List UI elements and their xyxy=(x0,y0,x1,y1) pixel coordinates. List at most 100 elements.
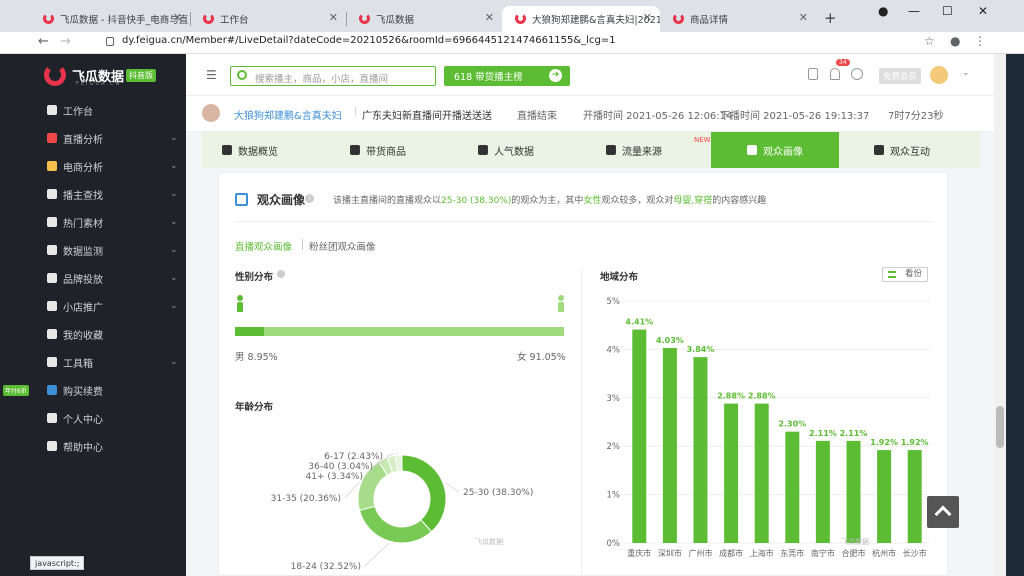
browser-tab[interactable]: 商品详情 ✕ xyxy=(660,6,816,32)
tab-title: 飞瓜数据 xyxy=(376,15,415,26)
close-icon[interactable]: ✕ xyxy=(643,11,652,24)
search-icon xyxy=(47,189,57,199)
region-bar[interactable] xyxy=(754,403,769,543)
user-avatar[interactable] xyxy=(930,66,948,84)
subtab-fans-audience[interactable]: 粉丝团观众画像 xyxy=(309,239,376,253)
sidebar-item[interactable]: 播主查找 ⌄ xyxy=(0,180,186,208)
sidebar-item-label: 品牌投放 xyxy=(63,274,103,286)
leader-line xyxy=(344,481,360,499)
bag-icon xyxy=(350,145,360,155)
tab-audience-profile[interactable]: 观众画像 xyxy=(711,132,839,168)
tab-search-icon[interactable]: ● xyxy=(878,4,888,18)
info-icon[interactable]: i xyxy=(305,194,314,203)
chevron-down-icon: ⌄ xyxy=(170,189,178,199)
fold-label: 看份 xyxy=(904,269,922,279)
streamer-name[interactable]: 大狼狗郑建鹏&言真夫妇 xyxy=(234,107,342,122)
sidebar-item[interactable]: 帮助中心 xyxy=(0,432,186,460)
sidebar-item[interactable]: 工具箱 ⌄ xyxy=(0,348,186,376)
fire-icon xyxy=(47,217,57,227)
sidebar-item[interactable]: 工作台 xyxy=(0,96,186,124)
region-bar[interactable] xyxy=(632,329,647,543)
subtab-live-audience[interactable]: 直播观众画像 xyxy=(235,239,292,253)
browser-tab[interactable]: 工作台 ✕ xyxy=(190,6,346,32)
more-menu-icon[interactable]: ⋮ xyxy=(974,34,986,48)
donut-label: 41+ (3.34%) xyxy=(306,472,363,482)
search-input[interactable]: 搜索播主，商品，小店，直播间 xyxy=(255,71,388,85)
feigua-favicon-icon xyxy=(43,13,54,24)
info-icon[interactable] xyxy=(277,270,285,278)
chevron-down-icon: ⌄ xyxy=(170,217,178,227)
tab-products[interactable]: 带货商品 xyxy=(350,132,406,168)
region-bar[interactable] xyxy=(846,440,861,543)
main-content: ☰ 搜索播主，商品，小店，直播间 618 带货播主榜 ➜ 34 免费会员 ⌄ 大… xyxy=(186,54,994,576)
tab-audience-interaction[interactable]: 观众互动 xyxy=(874,132,930,168)
bookmark-star-icon[interactable]: ☆ xyxy=(924,34,935,48)
logo-badge: 抖音版 xyxy=(126,68,157,82)
sidebar-item[interactable]: 品牌投放 ⌄ xyxy=(0,264,186,292)
status-tooltip: javascript:; xyxy=(30,556,85,570)
sidebar-item[interactable]: 电商分析 ⌄ xyxy=(0,152,186,180)
streamer-avatar[interactable] xyxy=(202,104,220,122)
tab-popularity[interactable]: 人气数据 xyxy=(478,132,534,168)
fold-button[interactable]: 看份 xyxy=(882,267,928,282)
y-tick-label: 0% xyxy=(607,539,621,549)
scrollbar[interactable] xyxy=(994,54,1006,576)
sidebar-item[interactable]: 个人中心 xyxy=(0,404,186,432)
sidebar-item[interactable]: 购买续费 年付6折 xyxy=(0,376,186,404)
sidebar-item[interactable]: 数据监测 ⌄ xyxy=(0,236,186,264)
back-arrow-icon[interactable]: ← xyxy=(38,34,49,49)
region-bar[interactable] xyxy=(785,431,800,543)
menu-toggle-icon[interactable]: ☰ xyxy=(206,68,217,82)
service-icon[interactable] xyxy=(851,68,863,80)
brand-icon xyxy=(47,273,57,283)
member-badge[interactable]: 免费会员 xyxy=(879,68,922,84)
region-bar[interactable] xyxy=(907,450,922,543)
browser-tab[interactable]: 飞瓜数据 ✕ xyxy=(346,6,502,32)
tab-traffic-source[interactable]: 流量来源 xyxy=(606,132,662,168)
region-bar[interactable] xyxy=(662,347,677,543)
close-window-button[interactable]: ✕ xyxy=(978,4,988,18)
bar-value-label: 4.03% xyxy=(656,336,684,345)
interaction-icon xyxy=(874,145,884,155)
close-icon[interactable]: ✕ xyxy=(173,11,182,24)
tab-data-overview[interactable]: 数据概览 xyxy=(222,132,278,168)
tab-title: 飞瓜数据 - 抖音快手_电商与直 xyxy=(60,15,189,26)
profile-icon[interactable]: ● xyxy=(950,34,960,48)
chevron-down-icon: ⌄ xyxy=(170,273,178,283)
close-icon[interactable]: ✕ xyxy=(329,11,338,24)
close-icon[interactable]: ✕ xyxy=(799,11,808,24)
x-tick-label: 深圳市 xyxy=(658,548,682,558)
sidebar-item[interactable]: 我的收藏 xyxy=(0,320,186,348)
donut-slice[interactable] xyxy=(401,454,447,533)
region-bar[interactable] xyxy=(724,403,739,543)
lock-icon xyxy=(106,37,114,46)
back-to-top-button[interactable] xyxy=(927,496,959,528)
mobile-icon[interactable] xyxy=(808,68,818,80)
region-bar[interactable] xyxy=(693,357,708,543)
promo-ranking-button[interactable]: 618 带货播主榜 ➜ xyxy=(444,66,570,86)
new-tab-button[interactable]: + xyxy=(824,9,837,27)
tab-label: 数据概览 xyxy=(238,146,278,158)
region-bar[interactable] xyxy=(877,450,892,543)
maximize-button[interactable]: ☐ xyxy=(942,4,953,18)
sidebar-item[interactable]: 热门素材 ⌄ xyxy=(0,208,186,236)
bar-value-label: 2.88% xyxy=(748,392,776,401)
bell-icon[interactable] xyxy=(830,68,840,80)
forward-arrow-icon[interactable]: → xyxy=(60,34,71,49)
sidebar-item-label: 数据监测 xyxy=(63,246,103,258)
chevron-down-icon[interactable]: ⌄ xyxy=(962,68,970,78)
donut-slice[interactable] xyxy=(358,505,433,544)
browser-tab[interactable]: 飞瓜数据 - 抖音快手_电商与直 ✕ xyxy=(30,6,190,32)
browser-tab-active[interactable]: 大狼狗郑建鹏&言真夫妇|2021 ✕ xyxy=(502,6,660,32)
region-bar[interactable] xyxy=(815,440,830,543)
url-field[interactable]: dy.feigua.cn/Member#/LiveDetail?dateCode… xyxy=(122,35,616,46)
search-box[interactable]: 搜索播主，商品，小店，直播间 xyxy=(230,66,436,86)
close-icon[interactable]: ✕ xyxy=(485,11,494,24)
x-tick-label: 南宁市 xyxy=(811,548,835,558)
scrollbar-thumb[interactable] xyxy=(996,406,1004,448)
sidebar-item[interactable]: 直播分析 ⌄ xyxy=(0,124,186,152)
minimize-button[interactable]: — xyxy=(908,4,920,18)
feigua-favicon-icon xyxy=(203,13,214,24)
sidebar-item[interactable]: 小店推广 ⌄ xyxy=(0,292,186,320)
sidebar-item-label: 工作台 xyxy=(63,106,93,118)
